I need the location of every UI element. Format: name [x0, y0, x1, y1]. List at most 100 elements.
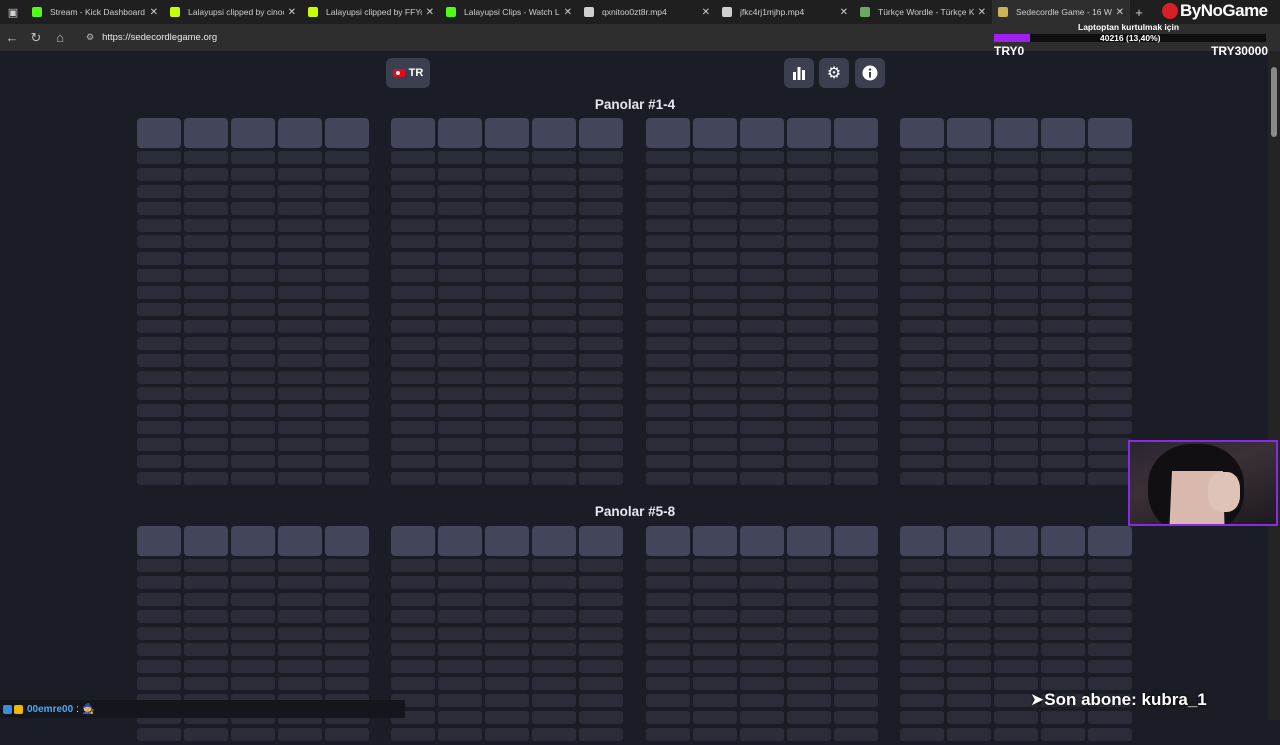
url-text: https://sedecordlegame.org: [102, 32, 218, 43]
language-button[interactable]: TR: [386, 58, 430, 88]
letter-tile: [137, 438, 181, 452]
close-tab-icon[interactable]: ✕: [288, 7, 296, 18]
letter-tile: [787, 218, 831, 232]
letter-tile: [325, 167, 369, 181]
letter-tile: [579, 218, 623, 232]
scrollbar-thumb[interactable]: [1271, 67, 1277, 137]
browser-tab[interactable]: Stream - Kick Dashboard ✕: [26, 0, 164, 24]
back-icon[interactable]: ←: [0, 24, 24, 51]
letter-tile: [325, 118, 369, 148]
letter-tile: [231, 336, 275, 350]
letter-tile: [278, 235, 322, 249]
letter-tile: [184, 118, 228, 148]
letter-tile: [391, 471, 435, 485]
letter-tile: [137, 455, 181, 469]
letter-tile: [834, 353, 878, 367]
letter-tile: [834, 370, 878, 384]
close-tab-icon[interactable]: ✕: [426, 7, 434, 18]
letter-tile: [1041, 201, 1085, 215]
letter-tile: [532, 235, 576, 249]
letter-tile: [740, 559, 784, 572]
letter-tile: [532, 711, 576, 725]
letter-tile: [391, 455, 435, 469]
browser-tab[interactable]: jfkc4rj1mjhp.mp4 ✕: [716, 0, 854, 24]
letter-tile: [994, 269, 1038, 283]
letter-tile: [438, 184, 482, 198]
letter-tile: [1041, 727, 1085, 741]
letter-tile: [900, 269, 944, 283]
letter-tile: [834, 286, 878, 300]
letter-tile: [231, 559, 275, 572]
letter-tile: [485, 336, 529, 350]
letter-tile: [278, 677, 322, 691]
letter-tile: [391, 387, 435, 401]
letter-tile: [438, 303, 482, 317]
letter-tile: [994, 575, 1038, 589]
letter-tile: [231, 575, 275, 589]
letter-tile: [231, 235, 275, 249]
letter-tile: [137, 404, 181, 418]
letter-tile: [900, 404, 944, 418]
close-tab-icon[interactable]: ✕: [702, 7, 710, 18]
word-board-8: [900, 526, 1132, 745]
letter-tile: [994, 471, 1038, 485]
close-tab-icon[interactable]: ✕: [150, 7, 158, 18]
letter-tile: [579, 184, 623, 198]
letter-tile: [278, 201, 322, 215]
letter-tile: [947, 252, 991, 266]
letter-tile: [325, 353, 369, 367]
letter-tile: [900, 319, 944, 333]
letter-tile: [994, 455, 1038, 469]
letter-tile: [532, 609, 576, 623]
letter-tile: [994, 404, 1038, 418]
browser-tab[interactable]: Türkçe Wordle - Türkçe Keli ✕: [854, 0, 992, 24]
chat-username: 00emre00: [27, 703, 74, 715]
letter-tile: [278, 353, 322, 367]
site-info-icon[interactable]: ⚙: [86, 32, 94, 43]
browser-tab[interactable]: Lalayupsi clipped by cinocir ✕: [164, 0, 302, 24]
letter-tile: [438, 167, 482, 181]
browser-tab[interactable]: Lalayupsi Clips - Watch Live ✕: [440, 0, 578, 24]
letter-tile: [1041, 353, 1085, 367]
letter-tile: [947, 118, 991, 148]
letter-tile: [1041, 455, 1085, 469]
scrollbar[interactable]: [1268, 51, 1280, 720]
letter-tile: [485, 471, 529, 485]
letter-tile: [646, 626, 690, 640]
letter-tile: [1041, 151, 1085, 164]
browser-tab[interactable]: Lalayupsi clipped by FFYoun ✕: [302, 0, 440, 24]
letter-tile: [391, 526, 435, 556]
settings-button[interactable]: ⚙: [819, 58, 849, 88]
letter-tile: [137, 336, 181, 350]
close-tab-icon[interactable]: ✕: [564, 7, 572, 18]
stats-button[interactable]: [784, 58, 814, 88]
letter-tile: [137, 609, 181, 623]
letter-tile: [184, 151, 228, 164]
letter-tile: [278, 643, 322, 657]
browser-tab[interactable]: qxnitoo0zt8r.mp4 ✕: [578, 0, 716, 24]
letter-tile: [278, 303, 322, 317]
tab-list-icon[interactable]: ▣: [0, 0, 26, 24]
url-field[interactable]: ⚙ https://sedecordlegame.org: [78, 27, 998, 48]
tab-title: Lalayupsi Clips - Watch Live: [464, 7, 560, 17]
close-tab-icon[interactable]: ✕: [840, 7, 848, 18]
letter-tile: [900, 167, 944, 181]
letter-tile: [325, 438, 369, 452]
home-icon[interactable]: ⌂: [48, 24, 72, 51]
info-button[interactable]: [855, 58, 885, 88]
letter-tile: [184, 660, 228, 674]
letter-tile: [137, 319, 181, 333]
letter-tile: [740, 471, 784, 485]
letter-tile: [184, 336, 228, 350]
close-tab-icon[interactable]: ✕: [1116, 7, 1124, 18]
new-tab-button[interactable]: +: [1130, 5, 1148, 20]
close-tab-icon[interactable]: ✕: [978, 7, 986, 18]
letter-tile: [1088, 201, 1132, 215]
reload-icon[interactable]: ↻: [24, 24, 48, 51]
letter-tile: [900, 471, 944, 485]
letter-tile: [184, 353, 228, 367]
letter-tile: [438, 218, 482, 232]
letter-tile: [1041, 626, 1085, 640]
letter-tile: [1088, 269, 1132, 283]
letter-tile: [947, 575, 991, 589]
